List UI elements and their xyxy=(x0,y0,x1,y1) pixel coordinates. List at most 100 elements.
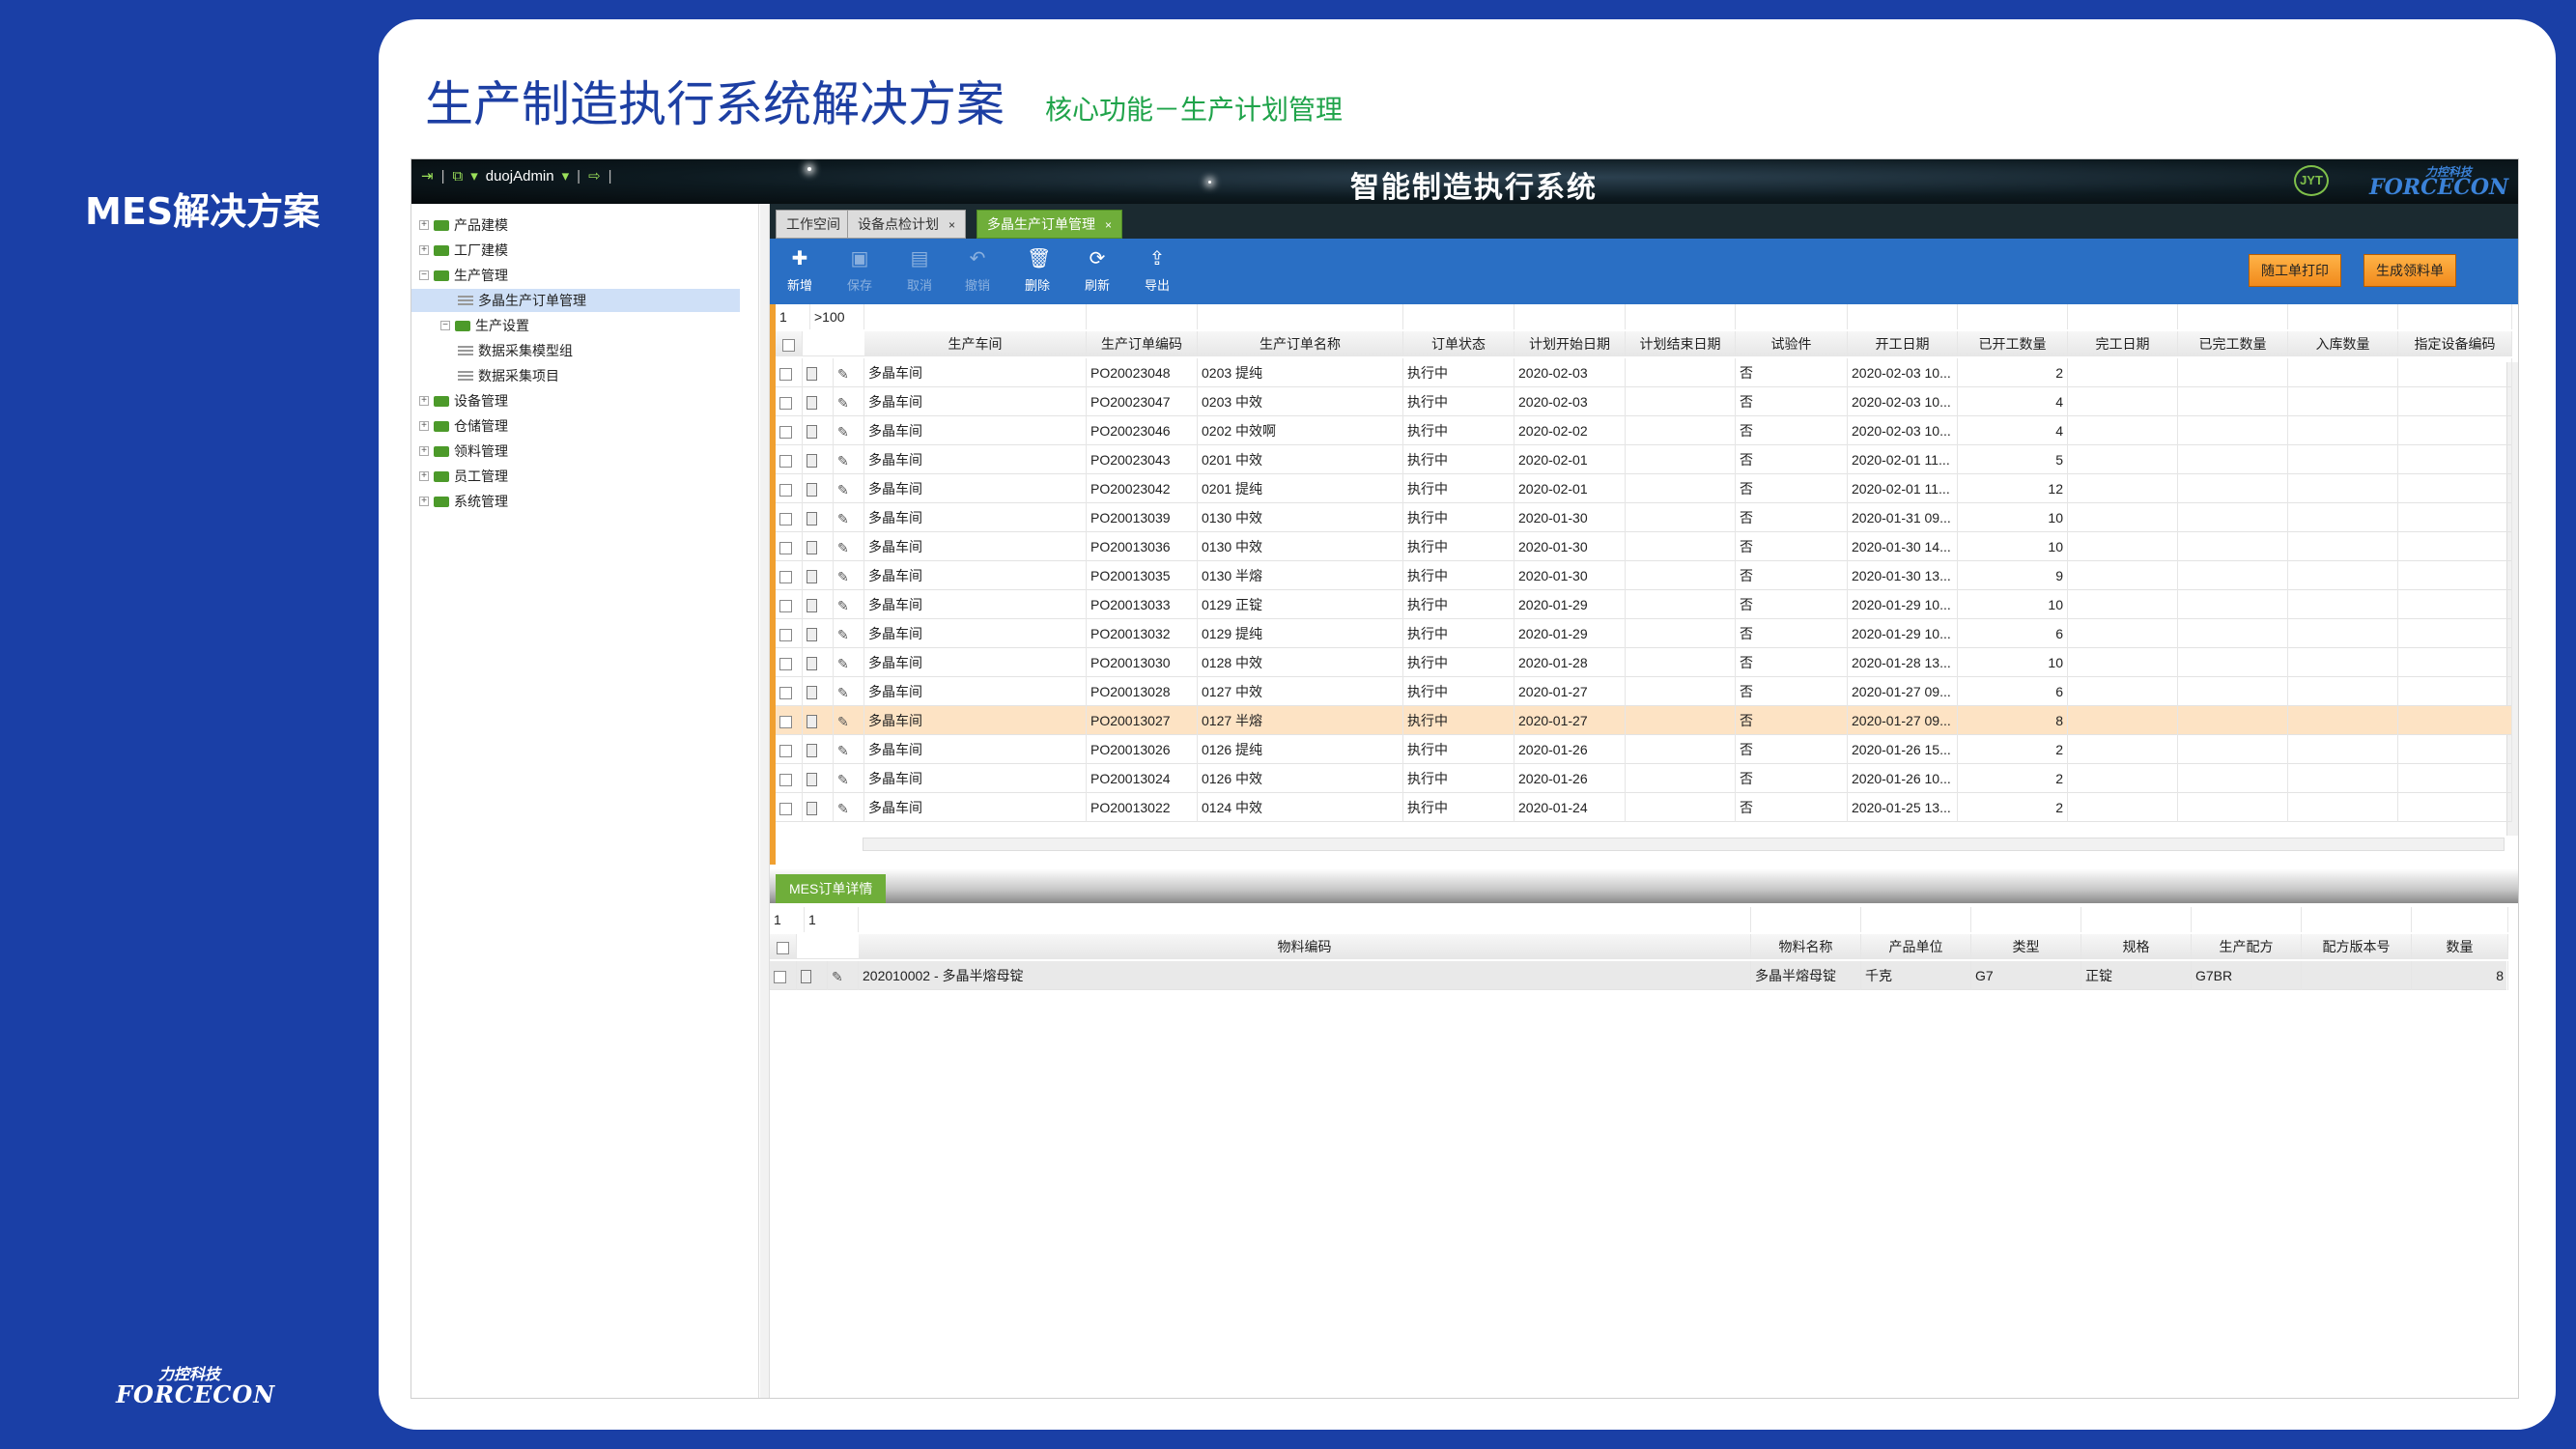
document-icon[interactable] xyxy=(807,744,817,758)
header-checkbox-cell[interactable] xyxy=(770,934,797,959)
column-filter-input[interactable] xyxy=(1861,907,1971,932)
pencil-icon[interactable]: ✎ xyxy=(837,678,849,706)
row-checkbox-cell[interactable] xyxy=(776,648,803,677)
row-view-cell[interactable] xyxy=(803,706,834,735)
column-filter-input[interactable] xyxy=(859,907,1751,932)
column-filter-input[interactable] xyxy=(864,304,1087,329)
tree-item[interactable]: + 系统管理 xyxy=(419,490,508,513)
row-edit-cell[interactable]: ✎ xyxy=(834,532,864,561)
table-row[interactable]: ✎ 多晶车间 PO20013039 0130 中效 执行中 2020-01-30 否 2020… xyxy=(776,503,2512,532)
row-checkbox[interactable] xyxy=(774,970,786,983)
row-edit-cell[interactable]: ✎ xyxy=(834,619,864,648)
row-checkbox[interactable] xyxy=(779,744,792,757)
column-filter-input[interactable] xyxy=(1087,304,1198,329)
column-header[interactable]: 生产配方 xyxy=(2192,934,2302,959)
toolbar-button[interactable]: ▤ 取消 xyxy=(895,244,944,298)
table-row[interactable]: ✎ 多晶车间 PO20023048 0203 提纯 执行中 2020-02-03 否 2020… xyxy=(776,358,2512,387)
layout-icon[interactable]: ⧉ xyxy=(452,168,463,185)
table-row[interactable]: ✎ 多晶车间 PO20013026 0126 提纯 执行中 2020-01-26 否 2020… xyxy=(776,735,2512,764)
column-filter-input[interactable] xyxy=(2412,907,2508,932)
expand-toggle-icon[interactable]: + xyxy=(419,220,429,230)
row-checkbox[interactable] xyxy=(779,715,792,728)
document-icon[interactable] xyxy=(807,657,817,671)
tab-mes-order-detail[interactable]: MES订单详情 xyxy=(776,874,887,903)
column-filter-input[interactable] xyxy=(1626,304,1736,329)
pencil-icon[interactable]: ✎ xyxy=(837,533,849,561)
close-icon[interactable]: × xyxy=(1105,218,1112,232)
pencil-icon[interactable]: ✎ xyxy=(837,591,849,619)
column-filter-input[interactable] xyxy=(1971,907,2081,932)
column-filter-input[interactable] xyxy=(2192,907,2302,932)
horizontal-scrollbar[interactable] xyxy=(863,838,2505,851)
row-checkbox[interactable] xyxy=(779,657,792,670)
column-header[interactable]: 生产订单名称 xyxy=(1198,331,1403,356)
tree-item[interactable]: + 领料管理 xyxy=(419,440,508,463)
row-view-cell[interactable] xyxy=(803,590,834,619)
column-filter-input[interactable] xyxy=(2398,304,2512,329)
page-number[interactable]: 1 xyxy=(776,304,810,329)
page-number[interactable]: 1 xyxy=(770,907,805,932)
document-icon[interactable] xyxy=(807,483,817,497)
column-header[interactable]: 已完工数量 xyxy=(2178,331,2288,356)
row-edit-cell[interactable]: ✎ xyxy=(834,793,864,822)
splitter[interactable] xyxy=(760,204,770,1398)
row-edit-cell[interactable]: ✎ xyxy=(834,677,864,706)
table-row[interactable]: ✎ 多晶车间 PO20013035 0130 半熔 执行中 2020-01-30 否 2020… xyxy=(776,561,2512,590)
row-edit-cell[interactable]: ✎ xyxy=(834,358,864,387)
table-row[interactable]: ✎ 多晶车间 PO20013030 0128 中效 执行中 2020-01-28 否 2020… xyxy=(776,648,2512,677)
tab-item[interactable]: 多晶生产订单管理 × xyxy=(977,210,1123,239)
row-view-cell[interactable] xyxy=(803,648,834,677)
tree-item[interactable]: + 设备管理 xyxy=(419,389,508,412)
row-edit-cell[interactable]: ✎ xyxy=(834,561,864,590)
document-icon[interactable] xyxy=(807,570,817,584)
toolbar-button[interactable]: 🗑 删除 xyxy=(1013,244,1062,298)
row-checkbox[interactable] xyxy=(779,454,792,468)
row-checkbox[interactable] xyxy=(779,396,792,410)
tree-item[interactable]: 数据采集项目 xyxy=(458,364,559,387)
pencil-icon[interactable]: ✎ xyxy=(837,475,849,503)
expand-toggle-icon[interactable]: + xyxy=(419,446,429,456)
row-view-cell[interactable] xyxy=(803,619,834,648)
table-row[interactable]: ✎ 多晶车间 PO20013024 0126 中效 执行中 2020-01-26 否 2020… xyxy=(776,764,2512,793)
pencil-icon[interactable]: ✎ xyxy=(837,707,849,735)
column-filter-input[interactable] xyxy=(2081,907,2192,932)
page-count[interactable]: 1 xyxy=(805,907,859,932)
row-view-cell[interactable] xyxy=(803,677,834,706)
column-header[interactable]: 入库数量 xyxy=(2288,331,2398,356)
pencil-icon[interactable]: ✎ xyxy=(837,562,849,590)
document-icon[interactable] xyxy=(807,715,817,729)
expand-toggle-icon[interactable]: + xyxy=(419,396,429,406)
column-header[interactable]: 完工日期 xyxy=(2068,331,2178,356)
column-header[interactable]: 产品单位 xyxy=(1861,934,1971,959)
column-header[interactable]: 试验件 xyxy=(1736,331,1848,356)
row-checkbox[interactable] xyxy=(779,628,792,641)
pencil-icon[interactable]: ✎ xyxy=(837,417,849,445)
tree-item[interactable]: + 仓储管理 xyxy=(419,414,508,438)
expand-toggle-icon[interactable]: + xyxy=(419,471,429,481)
generate-material-list-button[interactable]: 生成领料单 xyxy=(2364,254,2456,287)
table-row[interactable]: ✎ 多晶车间 PO20013022 0124 中效 执行中 2020-01-24 否 2020… xyxy=(776,793,2512,822)
row-view-cell[interactable] xyxy=(803,358,834,387)
column-header[interactable]: 物料名称 xyxy=(1751,934,1861,959)
table-row[interactable]: ✎ 多晶车间 PO20023043 0201 中效 执行中 2020-02-01 否 2020… xyxy=(776,445,2512,474)
column-filter-input[interactable] xyxy=(1514,304,1626,329)
row-view-cell[interactable] xyxy=(803,387,834,416)
column-filter-input[interactable] xyxy=(2178,304,2288,329)
table-row[interactable]: ✎ 多晶车间 PO20023047 0203 中效 执行中 2020-02-03 否 2020… xyxy=(776,387,2512,416)
document-icon[interactable] xyxy=(807,773,817,787)
row-view-cell[interactable] xyxy=(803,793,834,822)
column-filter-input[interactable] xyxy=(1848,304,1958,329)
home-icon[interactable]: ⇥ xyxy=(421,167,434,185)
expand-toggle-icon[interactable]: − xyxy=(440,321,450,330)
row-edit-cell[interactable]: ✎ xyxy=(834,503,864,532)
row-view-cell[interactable] xyxy=(803,561,834,590)
row-checkbox-cell[interactable] xyxy=(776,706,803,735)
pencil-icon[interactable]: ✎ xyxy=(837,620,849,648)
pencil-icon[interactable]: ✎ xyxy=(837,765,849,793)
pencil-icon[interactable]: ✎ xyxy=(837,359,849,387)
tree-item[interactable]: + 员工管理 xyxy=(419,465,508,488)
tree-item[interactable]: − 生产管理 xyxy=(419,264,508,287)
tree-item[interactable]: − 生产设置 xyxy=(440,314,529,337)
expand-toggle-icon[interactable]: + xyxy=(419,245,429,255)
row-view-cell[interactable] xyxy=(803,416,834,445)
